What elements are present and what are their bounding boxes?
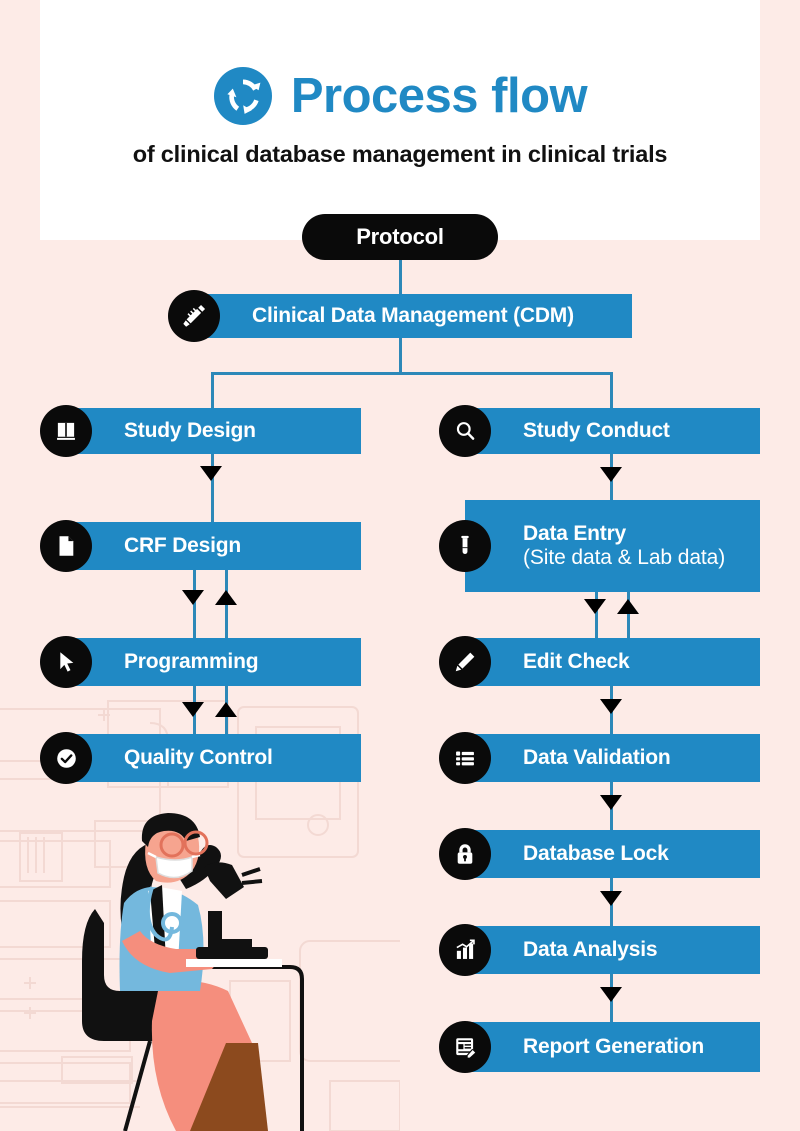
node-data-entry[interactable]: Data Entry (Site data & Lab data) [439, 500, 760, 592]
node-protocol-label: Protocol [356, 224, 444, 249]
arrow-qc-to-programming [215, 702, 237, 717]
list-icon [439, 732, 491, 784]
node-edit-check[interactable]: Edit Check [439, 636, 760, 688]
connector-branch-bar [211, 372, 613, 375]
connector-cdm-stem [399, 338, 402, 374]
header-panel: Process flow of clinical database manage… [40, 0, 760, 240]
node-report-generation-label: Report Generation [523, 1035, 704, 1059]
node-study-design[interactable]: Study Design [40, 405, 361, 457]
node-study-conduct-label: Study Conduct [523, 419, 670, 443]
connector-branch-right-drop [610, 372, 613, 408]
node-quality-control-label: Quality Control [124, 746, 273, 770]
node-data-analysis-label: Data Analysis [523, 938, 658, 962]
node-crf-design-label: CRF Design [124, 534, 242, 558]
pencil-icon [439, 636, 491, 688]
node-clinical-data-management[interactable]: Clinical Data Management (CDM) [168, 290, 632, 342]
title-row: Process flow [40, 56, 760, 136]
report-pencil-icon [439, 1021, 491, 1073]
arrow-conduct-to-entry [600, 467, 622, 482]
arrow-study-design-to-crf [200, 466, 222, 481]
node-quality-control[interactable]: Quality Control [40, 732, 361, 784]
page-title: Process flow [290, 68, 588, 123]
cursor-pointer-icon [40, 636, 92, 688]
node-data-entry-title: Data Entry [523, 522, 627, 546]
node-study-design-label: Study Design [124, 419, 256, 443]
arrow-editcheck-to-validation [600, 699, 622, 714]
check-circle-icon [40, 732, 92, 784]
node-cdm-label: Clinical Data Management (CDM) [252, 304, 574, 328]
node-database-lock-label: Database Lock [523, 842, 669, 866]
document-icon [40, 520, 92, 572]
node-database-lock[interactable]: Database Lock [439, 828, 760, 880]
test-tube-icon [439, 520, 491, 572]
book-icon [40, 405, 92, 457]
node-programming[interactable]: Programming [40, 636, 361, 688]
node-data-analysis[interactable]: Data Analysis [439, 924, 760, 976]
page-subtitle: of clinical database management in clini… [132, 141, 668, 167]
arrow-validation-to-lock [600, 795, 622, 810]
node-data-entry-label: Data Entry (Site data & Lab data) [523, 522, 725, 569]
connector-study-design-to-crf [211, 454, 214, 522]
node-programming-label: Programming [124, 650, 259, 674]
syringe-icon [168, 290, 220, 342]
node-quality-control-box: Quality Control [66, 734, 361, 782]
node-data-validation[interactable]: Data Validation [439, 732, 760, 784]
node-data-entry-box: Data Entry (Site data & Lab data) [465, 500, 760, 592]
arrow-lock-to-analysis [600, 891, 622, 906]
node-crf-design[interactable]: CRF Design [40, 520, 361, 572]
node-data-analysis-box: Data Analysis [465, 926, 760, 974]
arrow-programming-to-crf [215, 590, 237, 605]
arrow-crf-to-programming [182, 590, 204, 605]
connector-protocol-to-cdm [399, 258, 402, 294]
node-data-entry-sublabel: (Site data & Lab data) [523, 546, 726, 569]
bar-chart-icon [439, 924, 491, 976]
arrow-analysis-to-report [600, 987, 622, 1002]
infographic-canvas: Process flow of clinical database manage… [0, 0, 800, 1131]
node-edit-check-box: Edit Check [465, 638, 760, 686]
node-study-conduct[interactable]: Study Conduct [439, 405, 760, 457]
node-protocol[interactable]: Protocol [302, 214, 498, 260]
arrow-entry-to-editcheck [584, 599, 606, 614]
node-database-lock-box: Database Lock [465, 830, 760, 878]
node-crf-design-box: CRF Design [66, 522, 361, 570]
node-study-conduct-box: Study Conduct [465, 408, 760, 454]
arrow-programming-to-qc [182, 702, 204, 717]
recycle-cycle-icon [213, 67, 272, 125]
node-data-validation-label: Data Validation [523, 746, 671, 770]
node-study-design-box: Study Design [66, 408, 361, 454]
node-report-generation[interactable]: Report Generation [439, 1021, 760, 1073]
padlock-icon [439, 828, 491, 880]
node-cdm-box: Clinical Data Management (CDM) [194, 294, 632, 338]
node-edit-check-label: Edit Check [523, 650, 630, 674]
node-data-validation-box: Data Validation [465, 734, 760, 782]
arrow-editcheck-to-entry [617, 599, 639, 614]
magnifier-icon [439, 405, 491, 457]
node-report-generation-box: Report Generation [465, 1022, 760, 1072]
node-programming-box: Programming [66, 638, 361, 686]
connector-branch-left-drop [211, 372, 214, 408]
